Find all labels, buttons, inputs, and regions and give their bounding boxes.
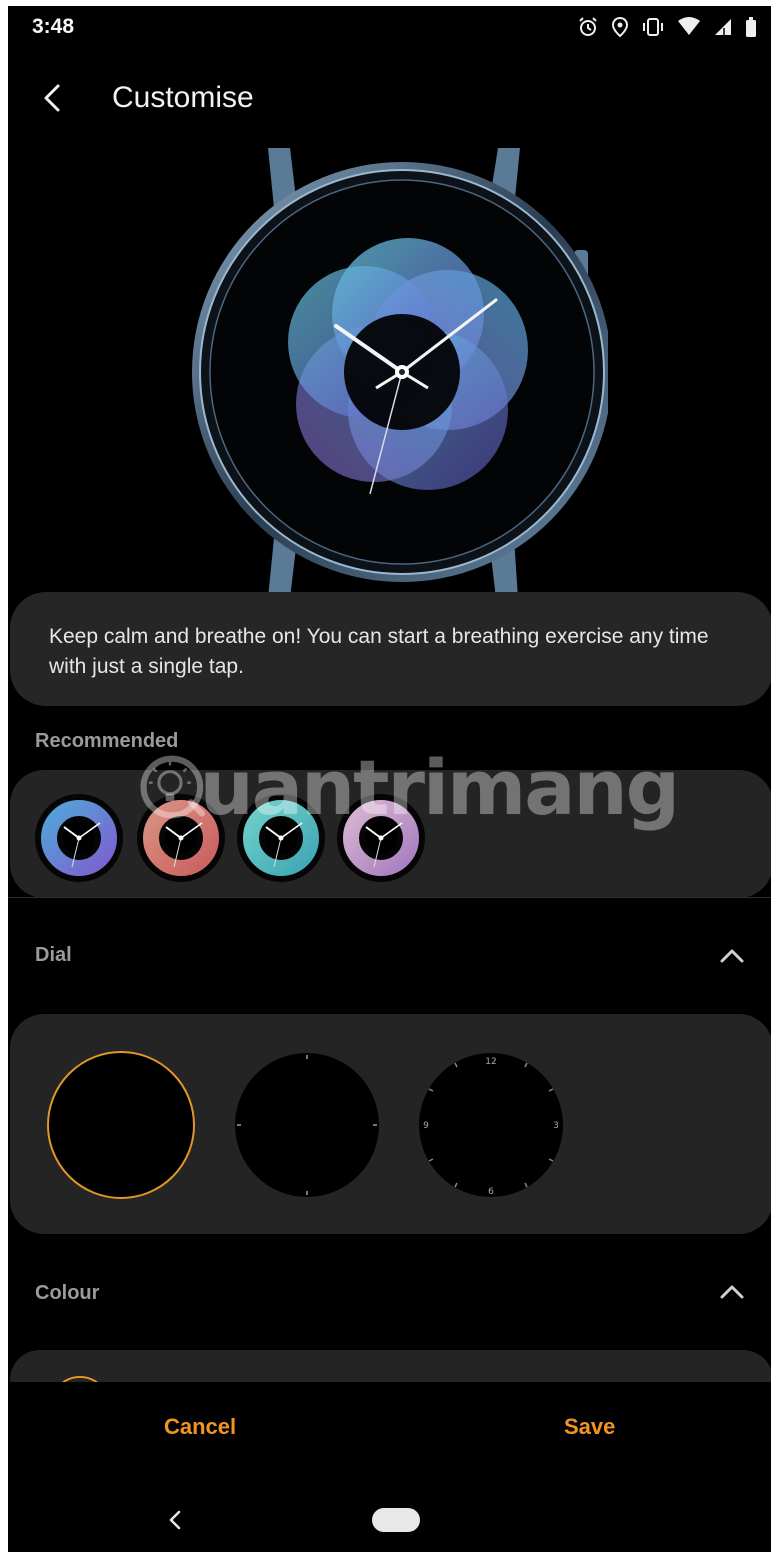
dial-option-numerals[interactable]: 12 3 6 9 <box>416 1050 566 1200</box>
wifi-icon <box>677 17 701 37</box>
status-bar: 3:48 <box>8 6 771 48</box>
colour-collapse-button[interactable] <box>712 1272 752 1312</box>
dial-option-ticks[interactable] <box>232 1050 382 1200</box>
dial-collapse-button[interactable] <box>712 936 752 976</box>
info-bubble: Keep calm and breathe on! You can start … <box>10 592 771 706</box>
chevron-left-icon <box>44 84 60 112</box>
colour-label: Colour <box>35 1282 100 1304</box>
chevron-up-icon <box>720 949 744 963</box>
recommended-list <box>10 770 771 898</box>
status-time: 3:48 <box>32 15 75 38</box>
system-nav-bar <box>8 1490 771 1552</box>
status-icons <box>577 14 757 40</box>
svg-text:6: 6 <box>488 1187 494 1197</box>
dial-label: Dial <box>35 944 72 966</box>
phone-screen: 3:48 Customise Keep calm and breathe on!… <box>8 6 771 1552</box>
nav-home-pill-icon[interactable] <box>372 1508 420 1532</box>
page-title: Customise <box>112 81 254 114</box>
svg-text:12: 12 <box>485 1057 496 1067</box>
recommended-face-lavender[interactable] <box>336 793 426 883</box>
action-bar: Cancel Save <box>8 1400 771 1460</box>
back-button[interactable] <box>32 76 72 120</box>
location-icon <box>611 16 629 38</box>
app-header: Customise <box>8 68 771 128</box>
nav-back-icon <box>169 1510 181 1530</box>
svg-text:9: 9 <box>423 1121 429 1131</box>
signal-icon <box>713 17 733 37</box>
battery-icon <box>745 16 757 38</box>
section-divider <box>8 897 771 898</box>
dial-option-plain[interactable] <box>46 1050 196 1200</box>
svg-text:3: 3 <box>553 1121 559 1131</box>
vibrate-icon <box>641 16 665 38</box>
recommended-face-teal[interactable] <box>236 793 326 883</box>
recommended-face-coral[interactable] <box>136 793 226 883</box>
save-button[interactable]: Save <box>564 1414 615 1440</box>
watch-preview <box>178 138 612 608</box>
recommended-face-blue-purple[interactable] <box>34 793 124 883</box>
alarm-icon <box>577 16 599 38</box>
dial-options: 12 3 6 9 <box>10 1014 771 1234</box>
info-text: Keep calm and breathe on! You can start … <box>49 625 709 678</box>
cancel-button[interactable]: Cancel <box>164 1414 236 1440</box>
recommended-label: Recommended <box>35 730 179 752</box>
chevron-up-icon <box>720 1285 744 1299</box>
nav-back-button[interactable] <box>158 1500 192 1540</box>
